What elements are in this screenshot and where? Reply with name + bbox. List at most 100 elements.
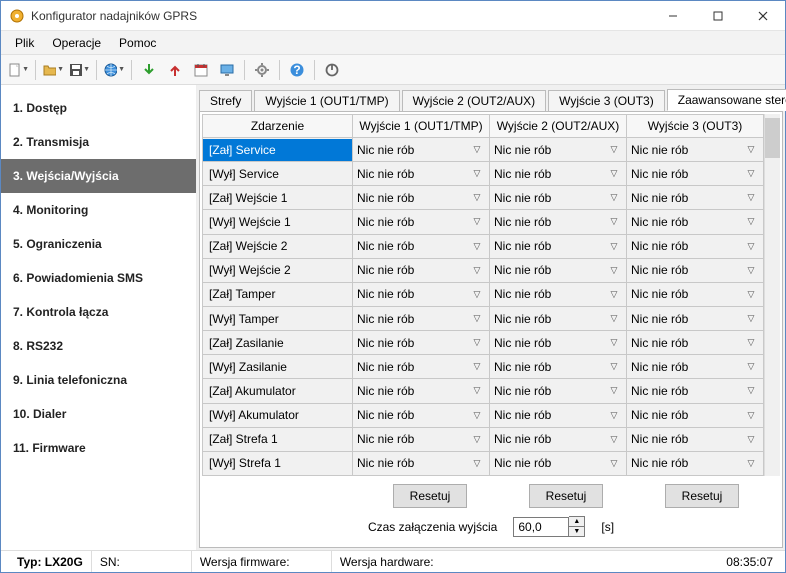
action-combo-out2[interactable]: Nic nie rób▽ xyxy=(490,284,626,304)
action-combo-out2[interactable]: Nic nie rób▽ xyxy=(490,212,626,232)
action-combo-out2[interactable]: Nic nie rób▽ xyxy=(490,357,626,377)
tab-4[interactable]: Zaawansowane sterowanie wyjściami xyxy=(667,89,786,111)
maximize-button[interactable] xyxy=(695,1,740,30)
action-combo-out3[interactable]: Nic nie rób▽ xyxy=(627,140,763,160)
event-cell[interactable]: [Wył] Akumulator xyxy=(203,404,352,426)
tab-2[interactable]: Wyjście 2 (OUT2/AUX) xyxy=(402,90,547,111)
action-combo-out1[interactable]: Nic nie rób▽ xyxy=(353,164,489,184)
action-combo-out3[interactable]: Nic nie rób▽ xyxy=(627,357,763,377)
action-combo-out2[interactable]: Nic nie rób▽ xyxy=(490,405,626,425)
action-combo-out3[interactable]: Nic nie rób▽ xyxy=(627,260,763,280)
sidebar-item-0[interactable]: 1. Dostęp xyxy=(1,91,196,125)
action-combo-out1[interactable]: Nic nie rób▽ xyxy=(353,333,489,353)
reset-out3-button[interactable]: Resetuj xyxy=(665,484,740,508)
action-combo-out1[interactable]: Nic nie rób▽ xyxy=(353,140,489,160)
event-cell[interactable]: [Wył] Service xyxy=(203,163,352,185)
sidebar-item-8[interactable]: 9. Linia telefoniczna xyxy=(1,363,196,397)
sidebar-item-9[interactable]: 10. Dialer xyxy=(1,397,196,431)
action-combo-out3[interactable]: Nic nie rób▽ xyxy=(627,212,763,232)
action-combo-out2[interactable]: Nic nie rób▽ xyxy=(490,188,626,208)
tab-3[interactable]: Wyjście 3 (OUT3) xyxy=(548,90,665,111)
action-combo-out1[interactable]: Nic nie rób▽ xyxy=(353,357,489,377)
action-combo-out2[interactable]: Nic nie rób▽ xyxy=(490,140,626,160)
open-folder-icon[interactable]: ▼ xyxy=(42,59,64,81)
action-combo-out2[interactable]: Nic nie rób▽ xyxy=(490,381,626,401)
action-combo-out2[interactable]: Nic nie rób▽ xyxy=(490,164,626,184)
event-cell[interactable]: [Wył] Tamper xyxy=(203,308,352,330)
gear-icon[interactable] xyxy=(251,59,273,81)
sidebar-item-3[interactable]: 4. Monitoring xyxy=(1,193,196,227)
event-cell[interactable]: [Zał] Wejście 1 xyxy=(203,187,352,209)
action-combo-out2[interactable]: Nic nie rób▽ xyxy=(490,333,626,353)
action-combo-out3[interactable]: Nic nie rób▽ xyxy=(627,405,763,425)
event-cell[interactable]: [Zał] Service xyxy=(203,139,352,161)
sidebar-item-5[interactable]: 6. Powiadomienia SMS xyxy=(1,261,196,295)
event-cell[interactable]: [Wył] Zasilanie xyxy=(203,356,352,378)
calendar-icon[interactable] xyxy=(190,59,212,81)
power-icon[interactable] xyxy=(321,59,343,81)
reset-out1-button[interactable]: Resetuj xyxy=(393,484,468,508)
action-combo-out1[interactable]: Nic nie rób▽ xyxy=(353,212,489,232)
action-combo-out1[interactable]: Nic nie rób▽ xyxy=(353,405,489,425)
action-combo-out1[interactable]: Nic nie rób▽ xyxy=(353,188,489,208)
event-cell[interactable]: [Zał] Zasilanie xyxy=(203,332,352,354)
event-cell[interactable]: [Wył] Strefa 1 xyxy=(203,452,352,474)
reset-out2-button[interactable]: Resetuj xyxy=(529,484,604,508)
action-combo-out1[interactable]: Nic nie rób▽ xyxy=(353,260,489,280)
grid-scrollbar[interactable] xyxy=(764,114,780,476)
action-combo-out1[interactable]: Nic nie rób▽ xyxy=(353,429,489,449)
action-combo-out2[interactable]: Nic nie rób▽ xyxy=(490,309,626,329)
sidebar-item-6[interactable]: 7. Kontrola łącza xyxy=(1,295,196,329)
activation-time-input[interactable] xyxy=(513,517,569,537)
event-cell[interactable]: [Zał] Tamper xyxy=(203,283,352,305)
download-icon[interactable] xyxy=(138,59,160,81)
sidebar-item-1[interactable]: 2. Transmisja xyxy=(1,125,196,159)
sidebar-item-2[interactable]: 3. Wejścia/Wyjścia xyxy=(1,159,196,193)
action-combo-out3[interactable]: Nic nie rób▽ xyxy=(627,236,763,256)
col-event[interactable]: Zdarzenie xyxy=(203,115,353,138)
action-combo-out1[interactable]: Nic nie rób▽ xyxy=(353,284,489,304)
upload-icon[interactable] xyxy=(164,59,186,81)
new-file-icon[interactable]: ▼ xyxy=(7,59,29,81)
action-combo-out1[interactable]: Nic nie rób▽ xyxy=(353,236,489,256)
globe-icon[interactable]: ▼ xyxy=(103,59,125,81)
action-combo-out1[interactable]: Nic nie rób▽ xyxy=(353,309,489,329)
save-icon[interactable]: ▼ xyxy=(68,59,90,81)
menu-help[interactable]: Pomoc xyxy=(111,33,164,53)
menu-file[interactable]: Plik xyxy=(7,33,42,53)
tab-1[interactable]: Wyjście 1 (OUT1/TMP) xyxy=(254,90,399,111)
action-combo-out2[interactable]: Nic nie rób▽ xyxy=(490,236,626,256)
action-combo-out2[interactable]: Nic nie rób▽ xyxy=(490,429,626,449)
event-cell[interactable]: [Zał] Strefa 1 xyxy=(203,428,352,450)
event-cell[interactable]: [Wył] Wejście 2 xyxy=(203,259,352,281)
action-combo-out3[interactable]: Nic nie rób▽ xyxy=(627,333,763,353)
col-out1[interactable]: Wyjście 1 (OUT1/TMP) xyxy=(353,115,490,138)
combo-text: Nic nie rób xyxy=(631,167,743,181)
col-out3[interactable]: Wyjście 3 (OUT3) xyxy=(627,115,764,138)
action-combo-out3[interactable]: Nic nie rób▽ xyxy=(627,429,763,449)
action-combo-out2[interactable]: Nic nie rób▽ xyxy=(490,453,626,473)
activation-time-spinner[interactable]: ▲▼ xyxy=(569,516,585,537)
action-combo-out3[interactable]: Nic nie rób▽ xyxy=(627,188,763,208)
col-out2[interactable]: Wyjście 2 (OUT2/AUX) xyxy=(490,115,627,138)
minimize-button[interactable] xyxy=(650,1,695,30)
sidebar-item-10[interactable]: 11. Firmware xyxy=(1,431,196,465)
event-cell[interactable]: [Wył] Wejście 1 xyxy=(203,211,352,233)
action-combo-out3[interactable]: Nic nie rób▽ xyxy=(627,309,763,329)
action-combo-out3[interactable]: Nic nie rób▽ xyxy=(627,284,763,304)
sidebar-item-4[interactable]: 5. Ograniczenia xyxy=(1,227,196,261)
action-combo-out3[interactable]: Nic nie rób▽ xyxy=(627,453,763,473)
event-cell[interactable]: [Zał] Wejście 2 xyxy=(203,235,352,257)
close-button[interactable] xyxy=(740,1,785,30)
monitor-icon[interactable] xyxy=(216,59,238,81)
action-combo-out1[interactable]: Nic nie rób▽ xyxy=(353,453,489,473)
action-combo-out2[interactable]: Nic nie rób▽ xyxy=(490,260,626,280)
sidebar-item-7[interactable]: 8. RS232 xyxy=(1,329,196,363)
menu-operations[interactable]: Operacje xyxy=(44,33,109,53)
action-combo-out3[interactable]: Nic nie rób▽ xyxy=(627,381,763,401)
event-cell[interactable]: [Zał] Akumulator xyxy=(203,380,352,402)
tab-0[interactable]: Strefy xyxy=(199,90,252,111)
action-combo-out3[interactable]: Nic nie rób▽ xyxy=(627,164,763,184)
help-icon[interactable]: ? xyxy=(286,59,308,81)
action-combo-out1[interactable]: Nic nie rób▽ xyxy=(353,381,489,401)
